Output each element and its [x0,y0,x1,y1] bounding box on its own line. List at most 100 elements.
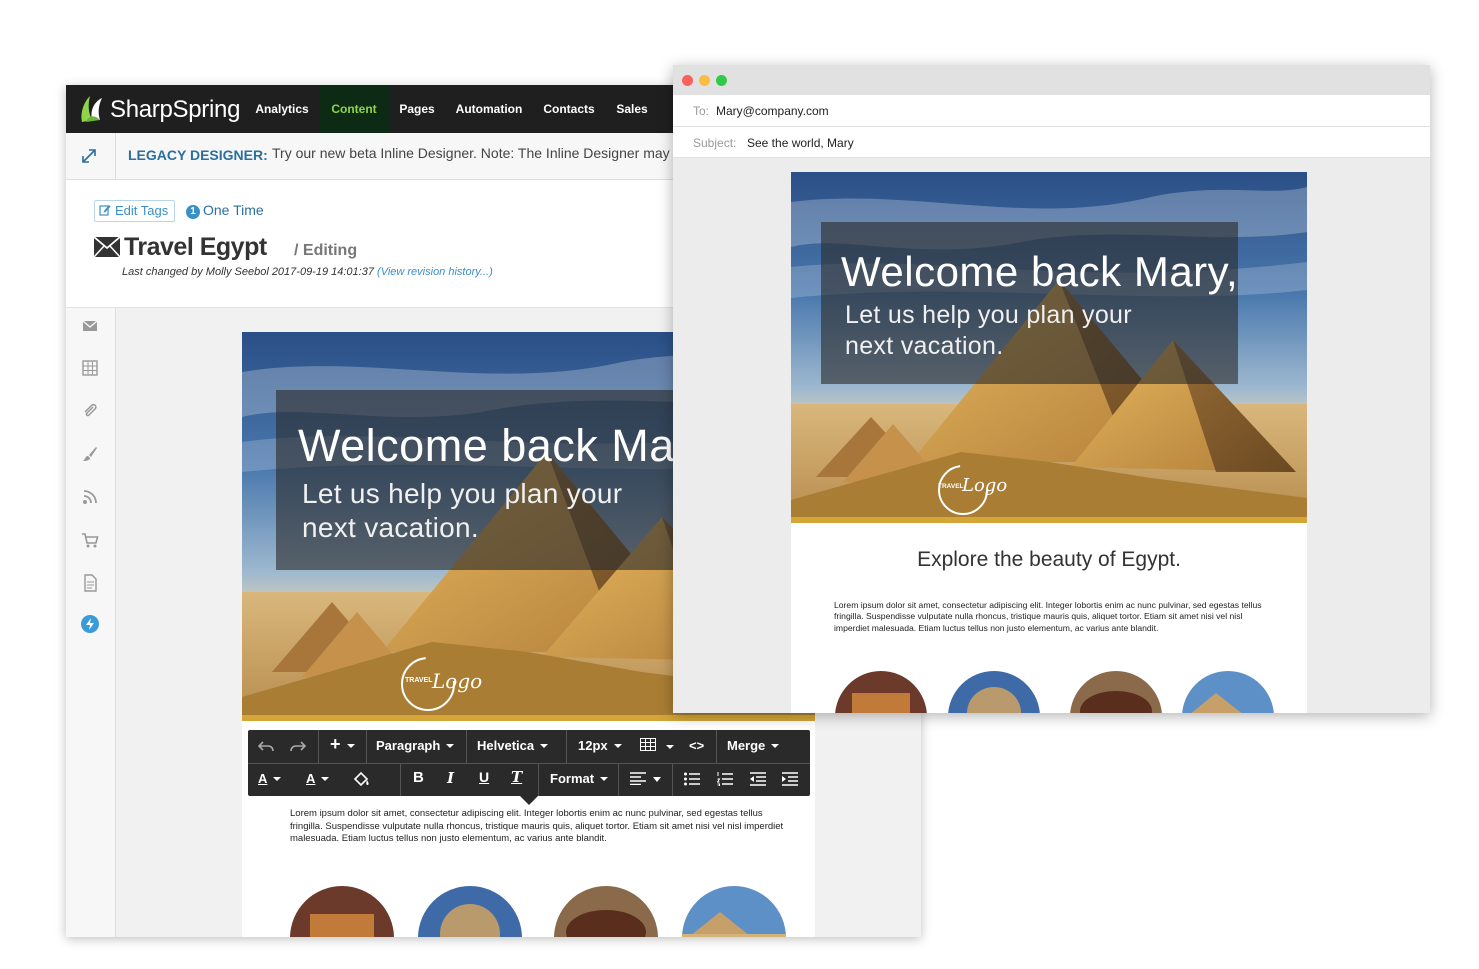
divider [400,763,401,796]
tool-rail [66,308,116,937]
legacy-designer-label: LEGACY DESIGNER: [128,147,268,163]
bullet-list-icon[interactable] [684,772,700,786]
maximize-window-button[interactable] [716,75,727,86]
highlight-color-label: A [306,771,316,786]
hero-title[interactable]: Welcome back Ma [298,420,675,472]
nav-sales[interactable]: Sales [612,85,652,133]
section-heading: Explore the beauty of Egypt. [917,548,1181,571]
one-time-badge: 1 [186,205,200,219]
divider [618,763,619,796]
table-dropdown[interactable] [640,738,674,754]
logo-script-text: Logo [432,669,483,693]
font-label: Helvetica [477,738,535,753]
divider [248,763,810,764]
outdent-icon[interactable] [750,772,766,786]
paperclip-icon[interactable] [80,401,100,421]
numbered-list-icon[interactable] [717,772,733,786]
divider [566,730,567,763]
indent-icon[interactable] [782,772,798,786]
to-value[interactable]: Mary@company.com [716,104,829,118]
nav-analytics[interactable]: Analytics [246,85,318,133]
body-paragraph[interactable]: Lorem ipsum dolor sit amet, consectetur … [290,808,790,846]
divider [318,730,319,763]
divider [538,763,539,796]
nav-contacts[interactable]: Contacts [538,85,600,133]
divider [466,730,467,763]
subject-label: Subject: [693,136,737,150]
edit-icon [99,205,111,216]
brush-icon[interactable] [80,444,100,464]
legacy-designer-note: Try our new beta Inline Designer. Note: … [272,145,679,161]
undo-icon[interactable] [258,738,274,754]
email-title: Travel Egypt [124,233,267,261]
window-titlebar [673,65,1430,95]
underline-button[interactable]: U [479,769,489,785]
gold-divider [242,715,815,721]
insert-button[interactable]: + [330,734,355,755]
text-color-dropdown[interactable]: A [258,771,281,786]
to-row: To: Mary@company.com [673,95,1430,127]
table-icon [640,738,656,751]
format-label: Format [550,771,595,786]
font-size-label: 12px [578,738,608,753]
source-code-button[interactable]: <> [689,738,704,753]
photo-circles [835,671,1274,713]
last-changed-text: Last changed by Molly Seebol 2017-09-19 … [122,266,493,278]
nav-pages[interactable]: Pages [392,85,442,133]
text-color-label: A [258,771,268,786]
edit-tags-label: Edit Tags [115,203,169,218]
grid-icon[interactable] [80,358,100,378]
font-size-dropdown[interactable]: 12px [578,738,622,753]
format-dropdown[interactable]: Format [550,771,608,786]
envelope-icon[interactable] [80,316,100,336]
divider [716,730,717,763]
paragraph-dropdown[interactable]: Paragraph [376,738,454,753]
rich-text-toolbar: + Paragraph Helvetica 12px <> Merge A A … [248,730,810,805]
one-time-label: One Time [203,202,264,218]
hero-subtitle: Let us help you plan your next vacation. [845,301,1132,360]
body-paragraph: Lorem ipsum dolor sit amet, consectetur … [834,600,1262,633]
brand-logo[interactable]: SharpSpring [78,94,240,124]
divider [366,730,367,763]
cart-icon[interactable] [80,530,100,550]
bold-button[interactable]: B [413,769,424,786]
redo-icon[interactable] [290,738,306,754]
logo-small-text: TRAVEL [938,483,964,490]
align-dropdown[interactable] [630,772,646,785]
toolbar-pointer [520,796,538,805]
edit-tags-button[interactable]: Edit Tags [94,200,176,222]
last-changed-label: Last changed by Molly Seebol 2017-09-19 … [122,266,374,278]
align-caret-icon[interactable] [653,777,661,782]
logo-small-text: TRAVEL [405,677,433,684]
divider [115,133,116,179]
expand-icon[interactable] [80,147,98,165]
revision-history-link[interactable]: (View revision history...) [377,266,493,278]
email-client-window: To: Mary@company.com Subject: See the wo… [673,65,1430,713]
subject-value[interactable]: See the world, Mary [747,136,854,150]
clear-format-button[interactable]: T [511,768,522,786]
rss-icon[interactable] [80,487,100,507]
to-label: To: [693,104,710,118]
nav-content[interactable]: Content [319,85,389,133]
bolt-icon[interactable] [80,614,100,634]
nav-automation[interactable]: Automation [452,85,526,133]
fill-bucket-icon[interactable] [353,771,371,787]
editing-status: / Editing [294,242,358,259]
highlight-color-dropdown[interactable]: A [306,771,329,786]
logo-script-text: Logo [962,475,1008,496]
italic-button[interactable]: I [447,769,454,787]
envelope-icon [94,237,120,257]
minimize-window-button[interactable] [699,75,710,86]
font-dropdown[interactable]: Helvetica [477,738,548,753]
close-window-button[interactable] [682,75,693,86]
one-time-indicator[interactable]: 1 One Time [186,202,264,219]
merge-label: Merge [727,738,766,753]
divider [672,763,673,796]
merge-dropdown[interactable]: Merge [727,738,779,753]
gold-divider [791,517,1307,523]
paragraph-label: Paragraph [376,738,441,753]
hero-subtitle[interactable]: Let us help you plan your next vacation. [302,477,622,545]
sharpspring-logo-icon [81,96,102,122]
email-preview-rendered: Welcome back Mary, Let us help you plan … [791,172,1307,713]
document-icon[interactable] [80,573,100,593]
